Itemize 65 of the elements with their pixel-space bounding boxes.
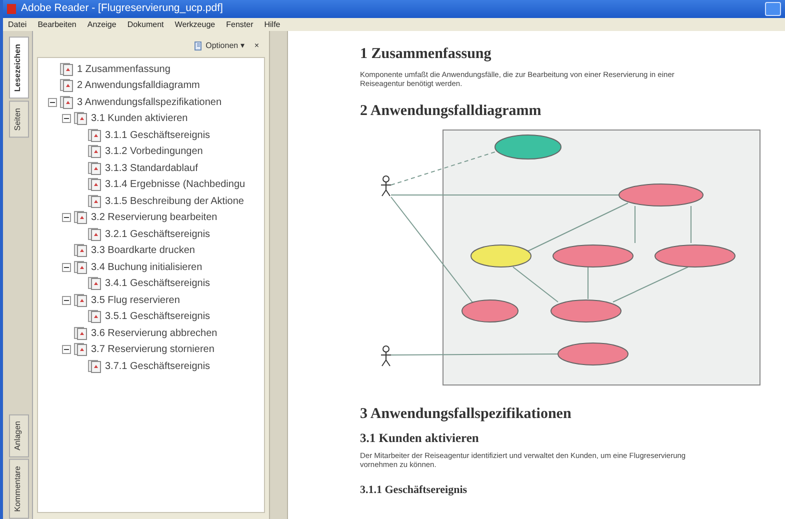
bookmark-icon [88, 360, 102, 373]
bookmark-item[interactable]: 2 Anwendungsfalldiagramm [77, 78, 200, 94]
menu-item[interactable]: Dokument [126, 18, 165, 30]
bookmark-item[interactable]: 3.1.2 Vorbedingungen [105, 144, 203, 160]
bookmark-item[interactable]: 3.3 Boardkarte drucken [91, 243, 195, 258]
subsection-heading: 3.1 Kunden aktivieren [360, 430, 480, 448]
bookmark-icon [74, 260, 88, 274]
menu-item[interactable]: Hilfe [263, 18, 282, 30]
bookmark-icon [88, 145, 102, 158]
bookmark-icon [88, 178, 102, 192]
bookmark-icon [60, 96, 74, 109]
bookmark-item[interactable]: 3.7.1 Geschäftsereignis [105, 358, 210, 374]
bookmark-item[interactable]: 3.1.3 Standardablauf [105, 160, 198, 176]
bookmark-icon [60, 62, 74, 76]
menu-item[interactable]: Bearbeiten [36, 18, 78, 30]
collapse-icon[interactable] [62, 296, 71, 305]
section-heading: 2 Anwendungsfalldiagramm [360, 102, 542, 122]
bookmark-icon [88, 228, 102, 241]
side-tab[interactable]: Seiten [9, 100, 29, 138]
bookmark-item[interactable]: 3.4.1 Geschäftsereignis [105, 276, 210, 292]
menu-item[interactable]: Fenster [225, 18, 254, 30]
side-tab[interactable]: Anlagen [9, 414, 29, 458]
bookmark-item[interactable]: 3.6 Reservierung abbrechen [91, 326, 218, 341]
bookmark-item[interactable]: 3 Anwendungsfallspezifikationen [77, 94, 222, 110]
window-title: Adobe Reader - [Flugreservierung_ucp.pdf] [21, 1, 223, 16]
bookmark-icon [74, 244, 88, 258]
bookmark-icon [74, 343, 88, 356]
menu-item[interactable]: Anzeige [86, 18, 118, 30]
bookmark-icon [74, 211, 88, 224]
collapse-icon[interactable] [62, 114, 71, 124]
bookmark-item[interactable]: 3.2.1 Geschäftsereignis [105, 226, 210, 242]
bookmark-item[interactable]: 3.4 Buchung initialisieren [91, 260, 202, 275]
bookmark-item[interactable]: 3.5.1 Geschäftsereignis [105, 309, 210, 324]
bookmark-item[interactable]: 3.1.5 Beschreibung der Aktione [105, 194, 244, 209]
side-tab[interactable]: Kommentare [9, 459, 29, 519]
bookmark-icon [74, 112, 88, 126]
bookmark-item[interactable]: 3.5 Flug reservieren [91, 292, 180, 308]
subsection-heading: 3.1.1 Geschäftsereignis [360, 482, 468, 498]
collapse-icon[interactable] [62, 345, 71, 354]
bookmark-icon [88, 128, 102, 142]
bookmark-item[interactable]: 3.1.1 Geschäftsereignis [105, 128, 210, 143]
bookmark-item[interactable]: 3.1.4 Ergebnisse (Nachbedingu [105, 177, 246, 192]
bookmark-icon [60, 79, 74, 92]
bookmark-item[interactable]: 3.2 Reservierung bearbeiten [91, 210, 218, 226]
collapse-icon[interactable] [62, 213, 71, 222]
close-button[interactable]: × [254, 40, 259, 52]
options-icon [194, 41, 203, 51]
options-button[interactable]: Optionen ▾ [194, 40, 244, 52]
app-icon [7, 4, 16, 14]
section-heading: 1 Zusammenfassung [360, 45, 492, 64]
bookmark-icon [74, 326, 88, 340]
bookmark-item[interactable]: 1 Zusammenfassung [77, 62, 170, 77]
collapse-icon[interactable] [48, 98, 57, 107]
menu-item[interactable]: Werkzeuge [174, 18, 216, 30]
collapse-icon[interactable] [62, 262, 71, 272]
bookmark-icon [74, 294, 88, 307]
bookmark-item[interactable]: 3.7 Reservierung stornieren [91, 342, 214, 358]
bookmark-icon [88, 162, 102, 175]
bookmark-icon [88, 277, 102, 290]
menu-item[interactable]: Datei [7, 18, 28, 30]
section-heading: 3 Anwendungsfallspezifikationen [360, 404, 572, 424]
side-tab[interactable]: Lesezeichen [9, 37, 29, 99]
bookmark-icon [88, 194, 102, 208]
bookmark-item[interactable]: 3.1 Kunden aktivieren [91, 111, 188, 126]
bookmark-icon [88, 310, 102, 324]
